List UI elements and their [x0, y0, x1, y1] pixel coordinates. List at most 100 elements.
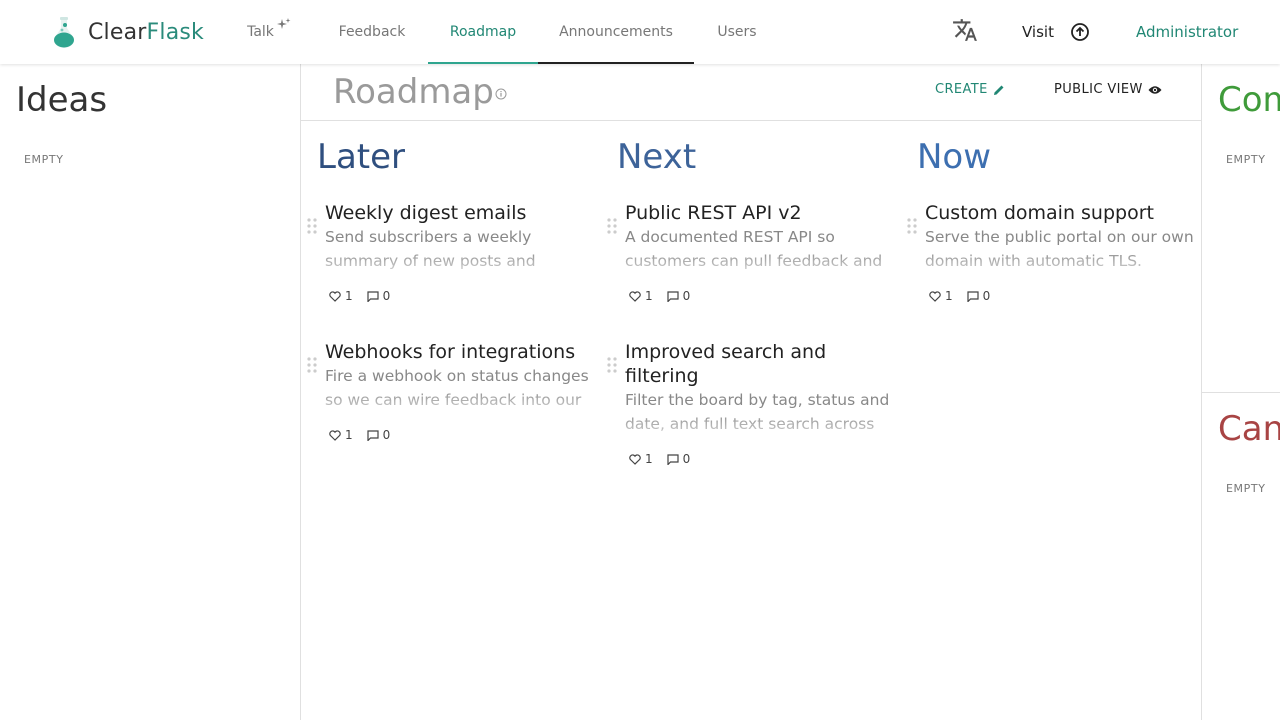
comment-icon [667, 453, 679, 465]
tab-users-label: Users [717, 24, 757, 40]
column-title-now: Now [917, 137, 992, 177]
comment-button[interactable]: 0 [667, 452, 690, 466]
card-description: Fire a webhook on status changes so we c… [325, 367, 589, 409]
hover-tab-indicator [538, 62, 694, 64]
card-meta: 1 0 [629, 452, 895, 466]
comment-button[interactable]: 0 [667, 289, 691, 303]
card-description: Serve the public portal on our own domai… [925, 228, 1194, 270]
account-button[interactable]: Administrator [1136, 0, 1238, 64]
roadmap-card[interactable]: Weekly digest emails Send subscribers a … [307, 201, 595, 303]
public-view-button[interactable]: PUBLIC VIEW [1054, 82, 1162, 97]
create-label: CREATE [935, 82, 988, 97]
heart-icon [329, 429, 341, 441]
drag-handle-icon[interactable] [607, 356, 617, 374]
like-count: 1 [645, 452, 653, 466]
drag-handle-icon[interactable] [307, 217, 317, 235]
heart-icon [329, 290, 341, 302]
roadmap-title: Roadmap [333, 72, 494, 112]
like-button[interactable]: 1 [329, 289, 353, 303]
ideas-pane: Ideas EMPTY [0, 64, 300, 720]
tab-roadmap-label: Roadmap [449, 24, 517, 40]
comment-icon [967, 290, 979, 302]
tab-announcements-label: Announcements [559, 24, 673, 40]
comment-count: 0 [682, 289, 691, 303]
comment-count: 0 [382, 428, 391, 442]
sparkle-icon [276, 18, 291, 36]
drag-handle-icon[interactable] [307, 356, 317, 374]
tab-announcements[interactable]: Announcements [538, 0, 694, 64]
cancelled-empty-label: EMPTY [1226, 482, 1266, 495]
like-button[interactable]: 1 [629, 289, 653, 303]
card-description: Send subscribers a weekly summary of new… [325, 228, 536, 270]
card-title[interactable]: Custom domain support [925, 201, 1195, 225]
completed-title: Com [1218, 80, 1280, 120]
public-view-label: PUBLIC VIEW [1054, 82, 1143, 97]
top-app-bar: ClearFlask Talk Feedback Roadmap Announc… [0, 0, 1280, 64]
ideas-title: Ideas [16, 80, 108, 120]
comment-button[interactable]: 0 [367, 428, 391, 442]
like-button[interactable]: 1 [929, 289, 953, 303]
like-count: 1 [945, 289, 953, 303]
drag-handle-icon[interactable] [607, 217, 617, 235]
visit-label: Visit [1022, 23, 1054, 41]
left-divider [300, 64, 301, 720]
arrow-up-circle-icon [1070, 22, 1090, 42]
completed-empty-label: EMPTY [1226, 153, 1266, 166]
brand-name-part2: Flask [146, 19, 204, 45]
drag-handle-icon[interactable] [907, 217, 917, 235]
roadmap-card[interactable]: Improved search and filtering Filter the… [607, 340, 895, 466]
like-count: 1 [345, 428, 353, 442]
heart-icon [629, 290, 641, 302]
like-button[interactable]: 1 [329, 428, 353, 442]
tab-feedback-label: Feedback [338, 24, 406, 40]
card-description: A documented REST API so customers can p… [625, 228, 883, 270]
card-title[interactable]: Webhooks for integrations [325, 340, 595, 364]
comment-button[interactable]: 0 [367, 289, 391, 303]
comment-count: 0 [382, 289, 391, 303]
ideas-empty-label: EMPTY [24, 153, 64, 166]
card-meta: 1 0 [629, 289, 895, 303]
status-pane: Com EMPTY Can EMPTY [1202, 64, 1280, 720]
tab-talk[interactable]: Talk [232, 0, 306, 64]
brand-name: ClearFlask [88, 20, 204, 45]
tab-roadmap[interactable]: Roadmap [428, 0, 538, 64]
account-label: Administrator [1136, 23, 1239, 41]
roadmap-card[interactable]: Custom domain support Serve the public p… [907, 201, 1195, 303]
brand-name-part1: Clear [88, 19, 147, 45]
card-meta: 1 0 [329, 289, 595, 303]
eye-icon [1148, 85, 1162, 95]
cancelled-title: Can [1218, 409, 1280, 449]
heart-icon [929, 290, 941, 302]
flask-logo-icon [50, 16, 78, 48]
column-title-later: Later [317, 137, 406, 177]
pencil-icon [993, 84, 1005, 96]
roadmap-card[interactable]: Webhooks for integrations Fire a webhook… [307, 340, 595, 442]
heart-icon [629, 453, 641, 465]
comment-icon [667, 290, 679, 302]
active-tab-indicator [428, 62, 538, 64]
card-title[interactable]: Weekly digest emails [325, 201, 595, 225]
tab-talk-label: Talk [247, 24, 274, 40]
language-button[interactable] [952, 0, 978, 64]
comment-button[interactable]: 0 [967, 289, 991, 303]
card-description: Filter the board by tag, status and date… [625, 391, 890, 433]
info-icon[interactable] [495, 85, 507, 104]
tab-users[interactable]: Users [704, 0, 770, 64]
translate-icon [952, 17, 978, 47]
like-button[interactable]: 1 [629, 452, 653, 466]
comment-count: 0 [982, 289, 991, 303]
column-title-next: Next [617, 137, 697, 177]
comment-icon [367, 290, 379, 302]
tab-feedback[interactable]: Feedback [326, 0, 418, 64]
like-count: 1 [345, 289, 353, 303]
brand-logo[interactable]: ClearFlask [50, 16, 204, 48]
like-count: 1 [645, 289, 653, 303]
roadmap-card[interactable]: Public REST API v2 A documented REST API… [607, 201, 895, 303]
comment-icon [367, 429, 379, 441]
card-title[interactable]: Public REST API v2 [625, 201, 895, 225]
card-title[interactable]: Improved search and filtering [625, 340, 895, 388]
create-button[interactable]: CREATE [935, 82, 1005, 97]
card-meta: 1 0 [929, 289, 1195, 303]
visit-button[interactable]: Visit [1022, 0, 1090, 64]
card-meta: 1 0 [329, 428, 595, 442]
